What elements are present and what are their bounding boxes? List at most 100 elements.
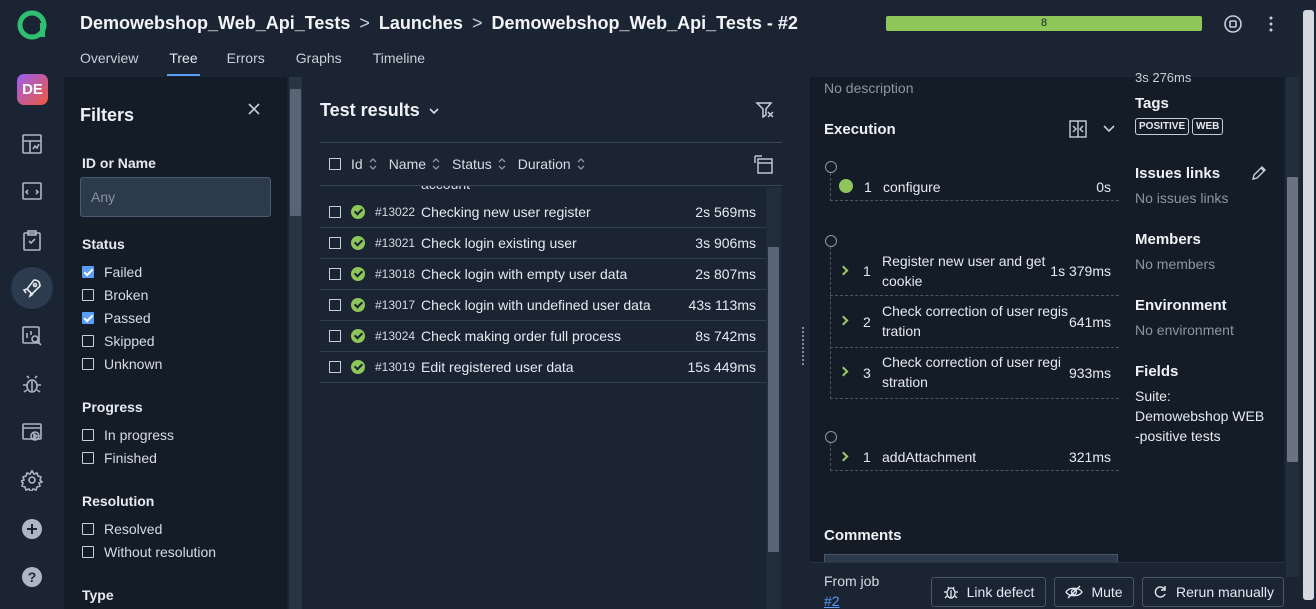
svg-text:?: ? — [28, 569, 37, 585]
mute-button[interactable]: Mute — [1054, 577, 1134, 607]
drag-handle-icon[interactable] — [801, 326, 805, 366]
step-name: configure — [883, 179, 941, 195]
tag-positive[interactable]: POSITIVE — [1135, 118, 1190, 135]
chevron-right-icon: > — [359, 13, 370, 33]
body-step-row[interactable]: 1 Register new user and get cookie 1s 37… — [830, 247, 1119, 296]
rerun-manually-button[interactable]: Rerun manually — [1142, 577, 1284, 607]
body-step-row[interactable]: 2 Check correction of user regis tration… — [830, 297, 1119, 348]
stop-icon[interactable] — [1222, 13, 1244, 35]
launches-icon[interactable] — [11, 267, 53, 309]
results-table-header: Id Name Status Duration — [320, 142, 782, 186]
status-failed-checkbox[interactable]: Failed — [82, 264, 142, 280]
chevron-down-icon[interactable] — [1102, 123, 1116, 135]
sort-icon — [369, 158, 377, 170]
body-step-row[interactable]: 3 Check correction of user regi stration… — [830, 348, 1119, 399]
column-settings-icon[interactable] — [754, 155, 774, 175]
table-row[interactable]: #13017 Check login with undefined user da… — [320, 290, 766, 321]
expand-steps-icon[interactable] — [1069, 120, 1087, 138]
tags-title: Tags — [1135, 95, 1169, 112]
filter-off-icon[interactable] — [755, 100, 775, 120]
row-checkbox[interactable] — [329, 206, 341, 218]
fields-line-3: -positive tests — [1135, 428, 1221, 444]
row-name: Edit registered user data — [421, 359, 574, 375]
fields-title: Fields — [1135, 363, 1179, 380]
status-passed-checkbox[interactable]: Passed — [82, 310, 151, 326]
status-broken-checkbox[interactable]: Broken — [82, 287, 148, 303]
id-name-input[interactable] — [80, 177, 271, 217]
row-name: Check login with empty user data — [421, 266, 628, 282]
table-row[interactable]: #13022 Checking new user register 2s 569ms — [320, 197, 766, 228]
status-unknown-checkbox[interactable]: Unknown — [82, 356, 162, 372]
test-cases-icon[interactable] — [16, 176, 48, 208]
progress-finished-checkbox[interactable]: Finished — [82, 450, 157, 466]
column-name[interactable]: Name — [389, 156, 440, 172]
page-scrollbar[interactable] — [1301, 0, 1316, 609]
tab-graphs[interactable]: Graphs — [296, 50, 342, 76]
breadcrumb-project[interactable]: Demowebshop_Web_Api_Tests — [80, 13, 350, 33]
analytics-icon[interactable] — [16, 320, 48, 352]
close-icon[interactable] — [246, 101, 262, 117]
execution-title: Execution — [824, 121, 896, 138]
tab-overview[interactable]: Overview — [80, 50, 138, 76]
environment-title: Environment — [1135, 297, 1227, 314]
table-row[interactable]: #13018 Check login with empty user data 2s… — [320, 259, 766, 290]
table-row[interactable]: #13019 Edit registered user data 15s 449ms — [320, 352, 766, 383]
tab-errors[interactable]: Errors — [227, 50, 265, 76]
resolution-without-checkbox[interactable]: Without resolution — [82, 544, 216, 560]
row-checkbox[interactable] — [329, 299, 341, 311]
fields-line-1: Suite: — [1135, 388, 1171, 404]
filters-scrollbar[interactable] — [289, 77, 302, 609]
results-scrollbar[interactable] — [766, 187, 781, 609]
select-all-checkbox[interactable] — [329, 158, 341, 170]
table-row[interactable]: #13024 Check making order full process 8s … — [320, 321, 766, 352]
sort-icon — [498, 158, 506, 170]
test-results-dropdown[interactable]: Test results — [320, 100, 440, 121]
row-duration: 2s 569ms — [695, 204, 756, 220]
row-checkbox[interactable] — [329, 237, 341, 249]
details-scrollbar[interactable] — [1286, 77, 1299, 577]
tab-tree[interactable]: Tree — [167, 50, 200, 76]
row-checkbox[interactable] — [329, 361, 341, 373]
row-id: #13018 — [375, 267, 416, 281]
jobs-icon[interactable] — [16, 416, 48, 448]
refresh-icon — [1154, 586, 1166, 598]
teardown-step-row[interactable]: 1 addAttachment 321ms — [830, 443, 1119, 471]
dashboards-icon[interactable] — [16, 128, 48, 160]
breadcrumb-launches[interactable]: Launches — [379, 13, 463, 33]
test-results-title: Test results — [320, 100, 420, 120]
column-status[interactable]: Status — [452, 156, 506, 172]
test-plans-icon[interactable] — [16, 224, 48, 256]
row-checkbox[interactable] — [329, 330, 341, 342]
status-skipped-checkbox[interactable]: Skipped — [82, 333, 155, 349]
column-duration[interactable]: Duration — [518, 156, 585, 172]
help-icon[interactable]: ? — [16, 561, 48, 593]
settings-icon[interactable] — [16, 464, 48, 496]
results-list: account #13022 Checking new user register… — [320, 186, 766, 609]
breadcrumb: Demowebshop_Web_Api_Tests > Launches > Demow… — [80, 13, 798, 34]
issues-title: Issues links — [1135, 165, 1221, 182]
from-job-link[interactable]: #2 — [824, 593, 840, 609]
allure-logo[interactable] — [16, 9, 48, 41]
defects-icon[interactable] — [16, 368, 48, 400]
row-name: Checking new user register — [421, 204, 591, 220]
passed-icon — [839, 179, 853, 193]
add-icon[interactable] — [16, 513, 48, 545]
progress-in-progress-checkbox[interactable]: In progress — [82, 427, 174, 443]
tab-timeline[interactable]: Timeline — [373, 50, 425, 76]
more-vertical-icon[interactable] — [1260, 13, 1282, 35]
row-id: #13019 — [375, 360, 416, 374]
row-id: #13021 — [375, 236, 416, 250]
resolution-resolved-checkbox[interactable]: Resolved — [82, 521, 162, 537]
row-checkbox[interactable] — [329, 268, 341, 280]
avatar[interactable]: DE — [17, 74, 48, 105]
from-job-label: From job — [824, 573, 880, 589]
test-details-panel: No description Execution 1 configure 0s … — [810, 70, 1316, 609]
setup-step-row[interactable]: 1 configure 0s — [830, 173, 1119, 201]
column-id[interactable]: Id — [351, 156, 377, 172]
tag-web[interactable]: WEB — [1192, 118, 1224, 135]
left-rail: DE ? — [0, 0, 64, 609]
table-row[interactable]: #13021 Check login existing user 3s 906ms — [320, 228, 766, 259]
step-number: 2 — [863, 314, 871, 330]
edit-icon[interactable] — [1251, 165, 1267, 181]
link-defect-button[interactable]: Link defect — [931, 577, 1046, 607]
